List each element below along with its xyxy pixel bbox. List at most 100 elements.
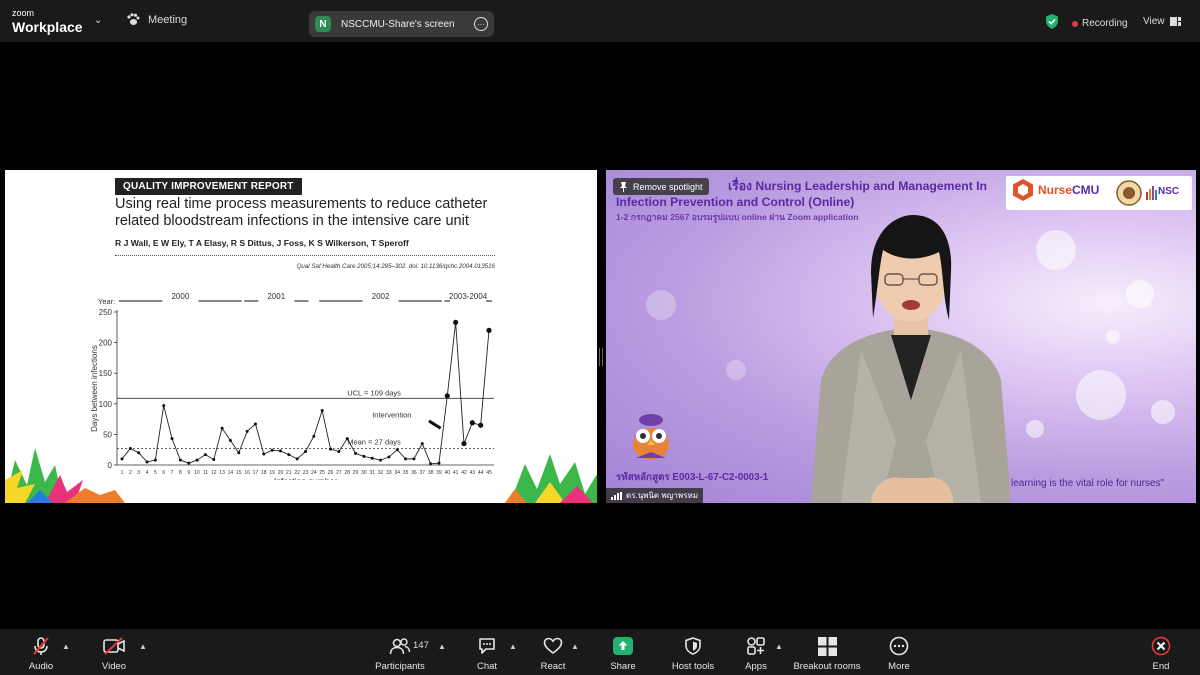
share-button[interactable]: Share	[588, 635, 658, 672]
meeting-button[interactable]: Meeting	[126, 13, 187, 26]
breakout-rooms-button[interactable]: Breakout rooms	[792, 635, 862, 672]
chat-options-caret-icon[interactable]: ▲	[509, 642, 517, 651]
panel-splitter-handle[interactable]	[599, 348, 603, 366]
breakout-rooms-label: Breakout rooms	[793, 661, 861, 672]
x-tick-label: 39	[436, 470, 442, 476]
remove-spotlight-button[interactable]: Remove spotlight	[613, 178, 709, 195]
data-point	[245, 429, 249, 433]
x-tick-label: 29	[353, 470, 359, 476]
data-point	[220, 426, 224, 430]
camera-off-icon	[103, 637, 125, 655]
more-options-icon[interactable]: …	[474, 17, 488, 31]
nsc-logo-text: NSC	[1158, 186, 1180, 197]
x-tick-label: 45	[486, 470, 492, 476]
data-point	[153, 458, 157, 462]
chat-button[interactable]: Chat	[452, 635, 522, 672]
data-point	[312, 434, 316, 438]
chevron-down-icon[interactable]: ⌄	[94, 15, 102, 26]
host-tools-label: Host tools	[671, 661, 715, 672]
data-point	[287, 453, 291, 457]
data-point	[295, 457, 299, 461]
x-tick-label: 2	[129, 470, 132, 476]
video-options-caret-icon[interactable]: ▲	[139, 642, 147, 651]
x-tick-label: 35	[403, 470, 409, 476]
year-group-label: 2003-2004	[449, 292, 488, 301]
shared-screen: QUALITY IMPROVEMENT REPORT Using real ti…	[5, 170, 597, 503]
apps-label: Apps	[745, 661, 767, 672]
apps-options-caret-icon[interactable]: ▲	[775, 642, 783, 651]
data-point	[145, 460, 149, 464]
x-tick-label: 40	[445, 470, 451, 476]
x-tick-label: 18	[261, 470, 267, 476]
video-label: Video	[101, 661, 127, 672]
signal-strength-icon	[611, 491, 622, 500]
apps-icon	[747, 637, 765, 655]
data-point	[162, 404, 166, 408]
view-label: View	[1143, 16, 1165, 27]
x-tick-label: 32	[378, 470, 384, 476]
x-tick-label: 44	[478, 470, 484, 476]
bokeh-light	[1106, 330, 1120, 344]
more-button[interactable]: More	[864, 635, 934, 672]
data-point	[469, 420, 475, 426]
data-point	[262, 452, 266, 456]
participant-name-tag: ดร.นุพนิต พญาพรหม	[606, 488, 704, 503]
more-dots-icon	[889, 636, 909, 656]
mean-label: Mean = 27 days	[347, 437, 401, 446]
x-tick-label: 5	[154, 470, 157, 476]
x-tick-label: 10	[194, 470, 200, 476]
share-label: Share	[610, 661, 636, 672]
data-point	[387, 455, 391, 459]
university-seal-icon	[1116, 180, 1142, 206]
paper-citation: Qual Saf Health Care 2005;14:295–302. do…	[296, 263, 495, 270]
x-tick-label: 38	[428, 470, 434, 476]
data-point	[362, 454, 366, 458]
bokeh-light	[646, 290, 676, 320]
remove-spotlight-label: Remove spotlight	[633, 181, 703, 192]
organization-logos: NurseCMU NSC	[1006, 176, 1192, 210]
participants-options-caret-icon[interactable]: ▲	[438, 642, 446, 651]
x-tick-label: 7	[171, 470, 174, 476]
intervention-arrow	[428, 419, 442, 430]
nurse-cmu-logo: NurseCMU	[1011, 178, 1099, 202]
data-point	[404, 457, 408, 461]
data-point	[212, 457, 216, 461]
y-tick-label: 250	[99, 308, 113, 317]
x-tick-label: 30	[361, 470, 367, 476]
end-meeting-button[interactable]: End	[1126, 635, 1196, 672]
presenter-figure	[811, 215, 1011, 503]
year-group-label: 2001	[267, 292, 285, 301]
grid-view-icon	[1169, 17, 1181, 26]
zoom-workplace-logo[interactable]: zoom Workplace	[12, 9, 83, 35]
react-button[interactable]: React	[518, 635, 588, 672]
participant-count: 147	[413, 640, 429, 651]
view-button[interactable]: View	[1143, 16, 1181, 27]
logo-nurse-text: Nurse	[1038, 183, 1073, 197]
recording-indicator[interactable]: Recording	[1072, 18, 1128, 29]
audio-button[interactable]: Audio	[6, 635, 76, 672]
screen-share-indicator[interactable]: N NSCCMU-Share's screen …	[309, 11, 494, 37]
x-tick-label: 34	[394, 470, 400, 476]
security-shield-icon[interactable]	[1045, 14, 1059, 29]
host-tools-button[interactable]: Host tools	[658, 635, 728, 672]
speaker-video: เรื่อง Nursing Leadership and Management…	[606, 170, 1196, 503]
video-button[interactable]: Video	[79, 635, 149, 672]
audio-options-caret-icon[interactable]: ▲	[62, 642, 70, 651]
data-point	[253, 422, 257, 426]
data-point	[228, 439, 232, 443]
data-point	[195, 458, 199, 462]
data-point	[345, 437, 349, 441]
react-options-caret-icon[interactable]: ▲	[571, 642, 579, 651]
end-label: End	[1152, 661, 1170, 672]
year-group-label: 2002	[372, 292, 390, 301]
data-point	[304, 450, 307, 454]
data-point	[203, 453, 207, 457]
data-point	[379, 458, 383, 462]
logo-cmu-text: CMU	[1072, 183, 1100, 197]
bokeh-light	[1036, 230, 1076, 270]
apps-button[interactable]: Apps	[721, 635, 791, 672]
decorative-leaves-left	[5, 448, 125, 503]
share-label: NSCCMU-Share's screen	[341, 18, 455, 30]
recording-label: Recording	[1082, 18, 1128, 29]
data-point	[137, 451, 141, 455]
